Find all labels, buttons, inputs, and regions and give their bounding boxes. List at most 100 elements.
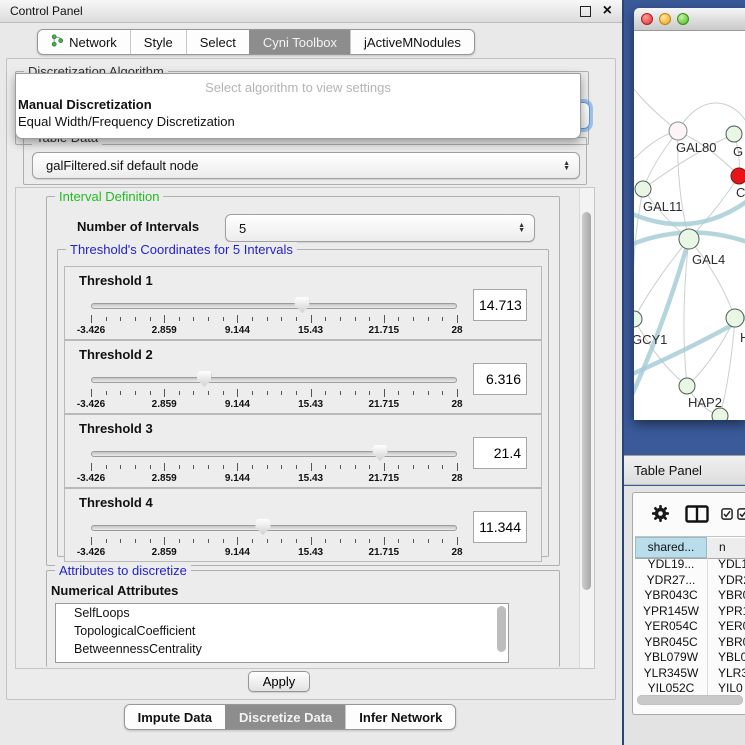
close-window-button[interactable] bbox=[641, 13, 653, 25]
popup-option-manual-discretization[interactable]: Manual Discretization bbox=[16, 95, 580, 112]
minimize-window-button[interactable] bbox=[659, 13, 671, 25]
tick bbox=[150, 539, 151, 543]
column-header-name[interactable]: n bbox=[707, 537, 745, 558]
attribute-item[interactable]: TopologicalCoefficient bbox=[56, 622, 508, 640]
table-row[interactable]: YBR045CYBR0 bbox=[635, 635, 745, 651]
tick bbox=[252, 465, 253, 469]
tick-label: 21.715 bbox=[369, 325, 400, 336]
number-of-intervals-combobox[interactable]: 5 ▲▼ bbox=[225, 214, 535, 242]
tick bbox=[164, 537, 165, 545]
tab-cyni-toolbox[interactable]: Cyni Toolbox bbox=[249, 30, 350, 54]
control-panel-title: Control Panel bbox=[10, 4, 580, 18]
table-row[interactable]: YBL079WYBL0 bbox=[635, 650, 745, 666]
close-icon[interactable]: × bbox=[603, 5, 612, 17]
table-row[interactable]: YDR27...YDR2 bbox=[635, 573, 745, 589]
tick bbox=[355, 465, 356, 469]
table-row[interactable]: YDL19...YDL1 bbox=[635, 557, 745, 573]
checkbox-icon[interactable] bbox=[737, 508, 745, 520]
tick bbox=[355, 539, 356, 543]
tick bbox=[413, 539, 414, 543]
threshold-3-slider[interactable]: -3.4262.8599.14415.4321.71528 bbox=[91, 445, 457, 485]
tab-discretize-data[interactable]: Discretize Data bbox=[225, 705, 345, 729]
threshold-2-value-field[interactable] bbox=[473, 363, 527, 395]
table-row[interactable]: YBR043CYBR0 bbox=[635, 588, 745, 604]
table-row[interactable]: YER054CYER0 bbox=[635, 619, 745, 635]
panel-scrollbar[interactable] bbox=[579, 188, 594, 668]
float-window-icon[interactable] bbox=[580, 6, 591, 17]
split-columns-icon[interactable] bbox=[685, 505, 709, 523]
tick-label: 9.144 bbox=[225, 473, 250, 484]
table-row[interactable]: YPR145WYPR1 bbox=[635, 604, 745, 620]
tick-label: 2.859 bbox=[152, 547, 177, 558]
tick-label: 15.43 bbox=[298, 547, 323, 558]
checkbox-icon[interactable] bbox=[721, 508, 733, 520]
threshold-4-value-field[interactable] bbox=[473, 511, 527, 543]
cell-name: YBR0 bbox=[708, 588, 745, 604]
tick bbox=[135, 539, 136, 543]
cyni-bottom-tab-bar: Impute Data Discretize Data Infer Networ… bbox=[0, 704, 580, 730]
tab-jactivemnodules[interactable]: jActiveMNodules bbox=[350, 30, 474, 54]
cell-name: YLR3 bbox=[708, 666, 745, 682]
network-node-gal11[interactable] bbox=[635, 181, 651, 197]
network-node-gcy1[interactable] bbox=[634, 311, 642, 327]
table-panel-title: Table Panel bbox=[634, 463, 702, 478]
tick bbox=[311, 389, 312, 397]
panel-scrollbar-thumb[interactable] bbox=[582, 212, 591, 590]
threshold-1-block: Threshold 1-3.4262.8599.14415.4321.71528 bbox=[64, 266, 542, 340]
numerical-attributes-list[interactable]: SelfLoopsTopologicalCoefficientBetweenne… bbox=[55, 603, 509, 663]
threshold-3-value-field[interactable] bbox=[473, 437, 527, 469]
network-window-titlebar bbox=[634, 8, 745, 31]
tab-network[interactable]: Network bbox=[38, 30, 130, 54]
tick bbox=[223, 539, 224, 543]
threshold-2-block: Threshold 2-3.4262.8599.14415.4321.71528 bbox=[64, 340, 542, 414]
network-node-h[interactable] bbox=[726, 309, 744, 327]
threshold-1-slider[interactable]: -3.4262.8599.14415.4321.71528 bbox=[91, 297, 457, 337]
slider-thumb[interactable] bbox=[295, 297, 310, 313]
tab-style[interactable]: Style bbox=[130, 30, 186, 54]
threshold-4-slider[interactable]: -3.4262.8599.14415.4321.71528 bbox=[91, 519, 457, 559]
slider-thumb[interactable] bbox=[197, 371, 212, 387]
network-node-gal80[interactable] bbox=[669, 122, 687, 140]
tick-label: -3.426 bbox=[77, 325, 105, 336]
threshold-label: Threshold 1 bbox=[79, 273, 153, 288]
attribute-item[interactable]: SelfLoops bbox=[56, 604, 508, 622]
tick bbox=[150, 317, 151, 321]
popup-option-equal-width-frequency[interactable]: Equal Width/Frequency Discretization bbox=[16, 112, 580, 129]
zoom-window-button[interactable] bbox=[677, 13, 689, 25]
tick-label: 21.715 bbox=[369, 399, 400, 410]
tick bbox=[281, 391, 282, 395]
tick bbox=[340, 465, 341, 469]
table-horizontal-scrollbar[interactable] bbox=[637, 695, 743, 705]
tick bbox=[193, 539, 194, 543]
network-node-hap2[interactable] bbox=[679, 378, 695, 394]
tick-label: 2.859 bbox=[152, 325, 177, 336]
tab-impute-data[interactable]: Impute Data bbox=[125, 705, 225, 729]
column-header-shared-name[interactable]: shared... bbox=[635, 537, 707, 558]
desktop-area: GAL80GCGAL11GAL4GCY1HHAP2 Table Panel bbox=[622, 0, 745, 745]
tab-infer-network[interactable]: Infer Network bbox=[345, 705, 455, 729]
tick bbox=[91, 315, 92, 323]
threshold-2-slider[interactable]: -3.4262.8599.14415.4321.71528 bbox=[91, 371, 457, 411]
numerical-attributes-label: Numerical Attributes bbox=[51, 583, 178, 598]
tick bbox=[281, 465, 282, 469]
table-row[interactable]: YLR345WYLR3 bbox=[635, 666, 745, 682]
attribute-item[interactable]: BetweennessCentrality bbox=[56, 640, 508, 658]
threshold-1-value-field[interactable] bbox=[473, 289, 527, 321]
list-scrollbar-thumb[interactable] bbox=[497, 606, 506, 652]
tick-label: 15.43 bbox=[298, 325, 323, 336]
gear-icon[interactable] bbox=[651, 504, 670, 523]
tick bbox=[208, 391, 209, 395]
table-data-combobox[interactable]: galFiltered.sif default node ▲▼ bbox=[32, 152, 580, 179]
slider-thumb[interactable] bbox=[373, 445, 388, 461]
network-node-g[interactable] bbox=[726, 126, 742, 142]
tab-select[interactable]: Select bbox=[186, 30, 249, 54]
tick bbox=[252, 391, 253, 395]
tick bbox=[398, 317, 399, 321]
tick bbox=[296, 317, 297, 321]
apply-button[interactable]: Apply bbox=[248, 671, 310, 692]
slider-thumb[interactable] bbox=[256, 519, 271, 535]
tick-label: -3.426 bbox=[77, 547, 105, 558]
network-node-c[interactable] bbox=[731, 168, 745, 184]
network-canvas[interactable]: GAL80GCGAL11GAL4GCY1HHAP2 bbox=[634, 31, 745, 420]
network-node-gal4[interactable] bbox=[679, 229, 699, 249]
